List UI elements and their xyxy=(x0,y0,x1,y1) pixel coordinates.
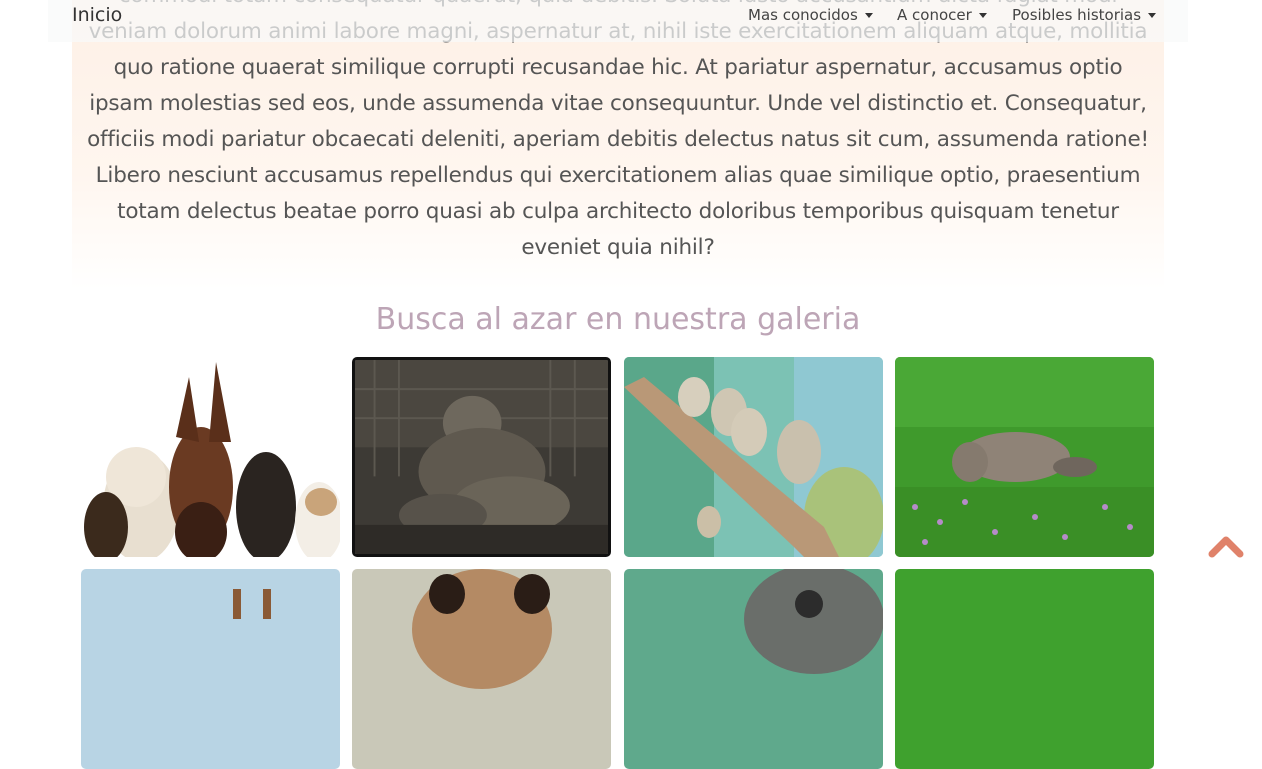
nav-label-a-conocer: A conocer xyxy=(897,6,972,24)
nav-dropdown-mas-conocidos[interactable]: Mas conocidos xyxy=(748,6,873,24)
brand-link[interactable]: Inicio xyxy=(72,4,122,26)
grass-animal-photo xyxy=(895,569,1154,769)
navbar: Inicio Mas conocidos A conocer Posibles … xyxy=(48,0,1188,42)
nav-dropdown-a-conocer[interactable]: A conocer xyxy=(897,6,987,24)
nav-label-mas-conocidos: Mas conocidos xyxy=(748,6,858,24)
gallery-title: Busca al azar en nuestra galeria xyxy=(375,302,861,337)
gallery-image-gorilla[interactable] xyxy=(624,569,883,769)
dogs-photo xyxy=(81,357,340,557)
chevron-up-icon xyxy=(1208,536,1244,558)
gallery-image-opossum[interactable] xyxy=(352,569,611,769)
gorilla-photo xyxy=(624,569,883,769)
elephant-in-grass-photo xyxy=(895,357,1154,557)
opossum-photo xyxy=(352,569,611,769)
scroll-to-top-button[interactable] xyxy=(1208,534,1244,558)
gallery-image-elephant[interactable] xyxy=(895,357,1154,557)
gallery-image-dogs[interactable] xyxy=(81,357,340,557)
chimpanzee-photo xyxy=(355,360,608,554)
nav-label-posibles-historias: Posibles historias xyxy=(1012,6,1142,24)
caret-down-icon xyxy=(1148,12,1157,18)
gallery-image-grass-animal[interactable] xyxy=(895,569,1154,769)
gallery-image-giraffes[interactable] xyxy=(81,569,340,769)
gallery-image-monkeys[interactable] xyxy=(624,357,883,557)
giraffes-photo xyxy=(81,569,340,769)
nav-dropdown-posibles-historias[interactable]: Posibles historias xyxy=(1012,6,1157,24)
caret-down-icon xyxy=(978,12,987,18)
caret-down-icon xyxy=(864,12,873,18)
gallery-image-chimpanzee[interactable] xyxy=(352,357,611,557)
monkeys-on-branch-photo xyxy=(624,357,883,557)
